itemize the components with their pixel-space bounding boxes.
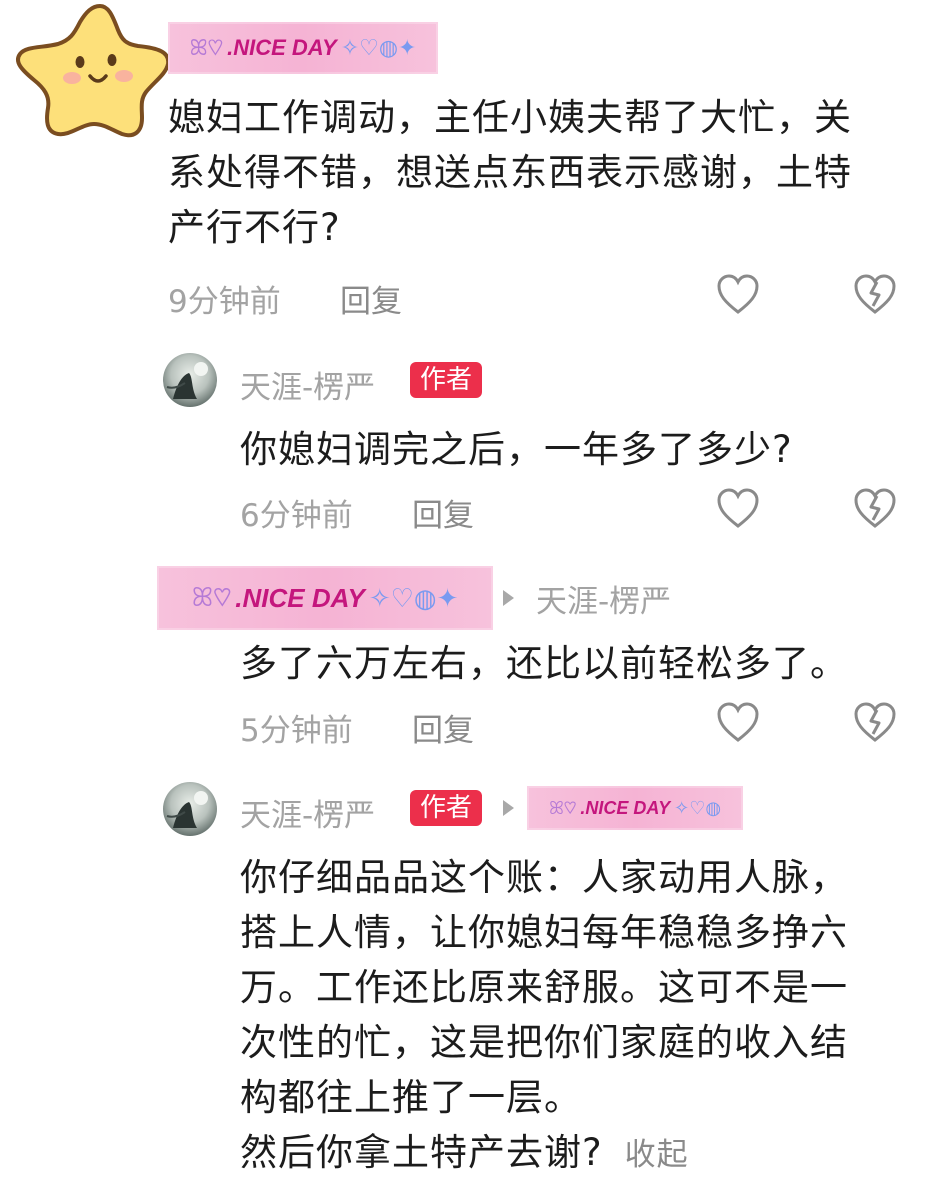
comment-text-line: 你媳妇调完之后，一年多了多少? [240, 428, 793, 471]
reply-button[interactable]: 回复 [412, 490, 474, 535]
avatar-image [166, 362, 208, 399]
username[interactable]: 天涯-楞严 [240, 790, 375, 835]
last-line-row: 然后你拿土特产去谢? 收起 [240, 1125, 920, 1183]
comment-text-line: 搭上人情，让你媳妇每年稳稳多挣六 [240, 911, 848, 954]
star-avatar[interactable] [8, 0, 178, 140]
reply-arrow-icon [503, 590, 514, 606]
comment-text-line: 产行不行? [168, 206, 341, 249]
user-avatar[interactable] [163, 782, 217, 836]
heart-outline-icon [717, 702, 759, 742]
like-button[interactable] [715, 272, 761, 318]
author-badge: 作者 [410, 790, 483, 826]
nickname-tag[interactable]: ꕤ♡ .NICE DAY ✧♡◍✦ [168, 22, 438, 74]
broken-heart-outline-icon [854, 702, 896, 742]
reply-arrow-icon [503, 800, 514, 816]
comment-text-line: 次性的忙，这是把你们家庭的收入结 [240, 1021, 848, 1064]
candy-icon: ✧♡◍✦ [340, 35, 417, 60]
reply-button[interactable]: 回复 [340, 276, 402, 321]
comment-text: 你仔细品品这个账：人家动用人脉， 搭上人情，让你媳妇每年稳稳多挣六 万。工作还比… [240, 850, 920, 1183]
like-button[interactable] [715, 700, 761, 746]
candy-icon: ✧♡◍✦ [368, 582, 459, 613]
star-avatar-icon [15, 4, 171, 138]
comment-text-line: 万。工作还比原来舒服。这可不是一 [240, 966, 848, 1009]
user-avatar[interactable] [163, 353, 217, 407]
nickname-tag-text: .NICE DAY [235, 582, 365, 613]
reply-to-username[interactable]: 天涯-楞严 [536, 576, 671, 621]
comment-text-line: 媳妇工作调动，主任小姨夫帮了大忙，关 [168, 96, 852, 139]
comment-time: 5分钟前 [240, 713, 353, 749]
broken-heart-outline-icon [854, 488, 896, 528]
comment-text-line: 然后你拿土特产去谢? [240, 1131, 603, 1174]
comment-text-line: 多了六万左右，还比以前轻松多了。 [240, 642, 848, 685]
comment-time: 6分钟前 [240, 498, 353, 534]
bow-icon: ꕤ♡ [548, 797, 577, 818]
collapse-button[interactable]: 收起 [625, 1128, 689, 1183]
reply-to-nickname-tag[interactable]: ꕤ♡ .NICE DAY ✧♡◍ [527, 786, 743, 830]
comment-text: 媳妇工作调动，主任小姨夫帮了大忙，关 系处得不错，想送点东西表示感谢，土特 产行… [168, 90, 928, 255]
dislike-button[interactable] [852, 700, 898, 746]
heart-outline-icon [717, 274, 759, 314]
comment-text-line: 构都往上推了一层。 [240, 1076, 582, 1119]
bow-icon: ꕤ♡ [191, 582, 232, 612]
avatar-image [166, 791, 208, 828]
nickname-tag-text: .NICE DAY [227, 35, 337, 60]
comment-text: 多了六万左右，还比以前轻松多了。 [240, 636, 848, 691]
author-badge: 作者 [410, 362, 483, 398]
nickname-tag-text: .NICE DAY [580, 797, 671, 818]
candy-icon: ✧♡◍ [674, 797, 722, 818]
heart-outline-icon [717, 488, 759, 528]
comment-text: 你媳妇调完之后，一年多了多少? [240, 422, 793, 477]
dislike-button[interactable] [852, 272, 898, 318]
bow-icon: ꕤ♡ [189, 35, 224, 60]
broken-heart-outline-icon [854, 274, 896, 314]
comment-text-line: 系处得不错，想送点东西表示感谢，土特 [168, 151, 852, 194]
reply-button[interactable]: 回复 [412, 705, 474, 750]
comment-text-line: 你仔细品品这个账：人家动用人脉， [240, 856, 848, 899]
nickname-tag[interactable]: ꕤ♡ .NICE DAY ✧♡◍✦ [157, 566, 493, 630]
username[interactable]: 天涯-楞严 [240, 362, 375, 407]
like-button[interactable] [715, 486, 761, 532]
dislike-button[interactable] [852, 486, 898, 532]
comment-time: 9分钟前 [168, 284, 281, 320]
